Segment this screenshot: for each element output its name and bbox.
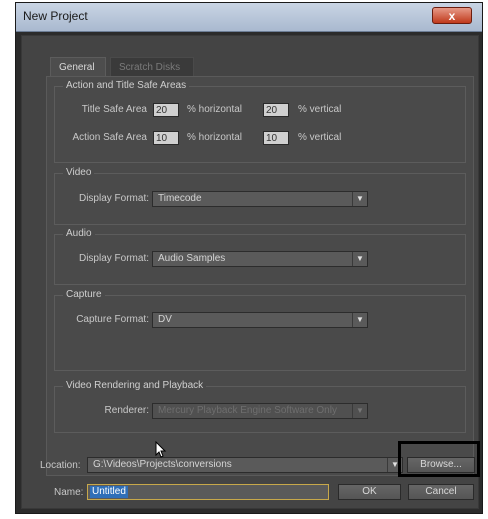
mouse-pointer-icon [155, 441, 167, 458]
name-value: Untitled [90, 486, 128, 498]
title-bar[interactable]: New Project x [16, 3, 482, 32]
location-select[interactable]: G:\Videos\Projects\conversions ▼ [87, 457, 403, 473]
general-panel: Action and Title Safe Areas Title Safe A… [46, 76, 474, 476]
audio-display-format-label: Display Format: [78, 253, 149, 264]
chevron-down-icon: ▼ [352, 404, 367, 418]
capture-format-value: DV [158, 314, 172, 325]
action-safe-label: Action Safe Area [72, 132, 148, 143]
new-project-dialog: New Project x General Scratch Disks Acti… [15, 2, 483, 514]
capture-format-label: Capture Format: [76, 314, 149, 325]
capture-group: Capture Capture Format: DV ▼ [54, 289, 466, 371]
chevron-down-icon: ▼ [352, 252, 367, 266]
video-title: Video [63, 167, 95, 178]
tab-general[interactable]: General [50, 57, 106, 76]
audio-display-format-value: Audio Samples [158, 253, 226, 264]
safe-areas-group: Action and Title Safe Areas Title Safe A… [54, 80, 466, 163]
cancel-button[interactable]: Cancel [408, 484, 474, 500]
renderer-value: Mercury Playback Engine Software Only [158, 405, 337, 416]
audio-title: Audio [63, 228, 95, 239]
renderer-label: Renderer: [104, 405, 149, 416]
ok-button[interactable]: OK [338, 484, 401, 500]
title-safe-horizontal-unit: % horizontal [187, 104, 243, 115]
highlight-box [398, 441, 480, 477]
location-label: Location: [40, 460, 81, 471]
title-safe-label: Title Safe Area [81, 104, 147, 115]
title-safe-vertical-input[interactable]: 20 [263, 103, 289, 117]
capture-title: Capture [63, 289, 105, 300]
name-label: Name: [54, 487, 84, 498]
rendering-group: Video Rendering and Playback Renderer: M… [54, 380, 466, 433]
audio-display-format-select[interactable]: Audio Samples ▼ [152, 251, 368, 267]
action-safe-horizontal-input[interactable]: 10 [153, 131, 179, 145]
video-display-format-label: Display Format: [78, 193, 149, 204]
dialog-client-area: General Scratch Disks Action and Title S… [21, 35, 479, 509]
title-safe-horizontal-input[interactable]: 20 [153, 103, 179, 117]
capture-format-select[interactable]: DV ▼ [152, 312, 368, 328]
close-button[interactable]: x [432, 7, 472, 24]
safe-areas-title: Action and Title Safe Areas [63, 80, 190, 91]
chevron-down-icon: ▼ [352, 313, 367, 327]
video-display-format-select[interactable]: Timecode ▼ [152, 191, 368, 207]
action-safe-vertical-unit: % vertical [298, 132, 342, 143]
window-title: New Project [23, 9, 88, 23]
tab-scratch-disks[interactable]: Scratch Disks [110, 57, 194, 76]
location-value: G:\Videos\Projects\conversions [93, 459, 232, 470]
rendering-title: Video Rendering and Playback [63, 380, 207, 391]
title-safe-vertical-unit: % vertical [298, 104, 342, 115]
action-safe-vertical-input[interactable]: 10 [263, 131, 289, 145]
audio-group: Audio Display Format: Audio Samples ▼ [54, 228, 466, 285]
action-safe-horizontal-unit: % horizontal [187, 132, 243, 143]
video-group: Video Display Format: Timecode ▼ [54, 167, 466, 225]
renderer-select: Mercury Playback Engine Software Only ▼ [152, 403, 368, 419]
video-display-format-value: Timecode [158, 193, 202, 204]
chevron-down-icon: ▼ [352, 192, 367, 206]
close-icon: x [448, 9, 456, 23]
name-field[interactable]: Untitled [87, 484, 329, 500]
